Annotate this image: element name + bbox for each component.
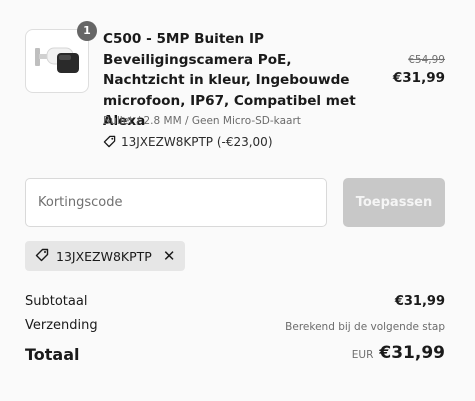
product-variant: Bullet / 2.8 MM / Geen Micro-SD-kaart — [103, 115, 301, 127]
subtotal-label: Subtotaal — [25, 294, 88, 309]
applied-discount-tag: 13JXEZW8KPTP ✕ — [25, 241, 186, 271]
bullet-camera-icon — [35, 47, 79, 73]
subtotal-row: Subtotaal €31,99 — [25, 290, 445, 314]
product-thumbnail: 1 — [25, 21, 97, 93]
total-value: €31,99 — [379, 343, 445, 363]
apply-discount-button[interactable]: Toepassen — [343, 178, 445, 227]
original-price: €54,99 — [408, 54, 445, 66]
line-discount: 13JXEZW8KPTP (-€23,00) — [103, 134, 273, 152]
currency-code: EUR — [351, 349, 374, 361]
shipping-label: Verzending — [25, 318, 98, 333]
discount-code-input[interactable] — [25, 178, 327, 227]
shipping-row: Verzending Berekend bij de volgende stap — [25, 314, 445, 338]
total-label: Totaal — [25, 345, 80, 364]
tag-icon — [35, 248, 49, 265]
tag-icon — [103, 135, 116, 152]
line-discount-text: 13JXEZW8KPTP (-€23,00) — [121, 135, 273, 149]
remove-discount-button[interactable]: ✕ — [163, 248, 176, 264]
shipping-value: Berekend bij de volgende stap — [285, 321, 445, 333]
applied-discount-code: 13JXEZW8KPTP — [56, 248, 152, 264]
order-totals: Subtotaal €31,99 Verzending Berekend bij… — [25, 290, 445, 375]
discount-code-form: Toepassen — [25, 178, 445, 228]
cart-line-item: 1 C500 - 5MP Buiten IP Beveiligingscamer… — [25, 21, 445, 154]
final-price: €31,99 — [392, 70, 445, 86]
total-row: Totaal EUR €31,99 — [25, 339, 445, 375]
quantity-badge: 1 — [77, 21, 97, 41]
subtotal-value: €31,99 — [394, 294, 445, 309]
total-value-group: EUR €31,99 — [352, 343, 445, 363]
